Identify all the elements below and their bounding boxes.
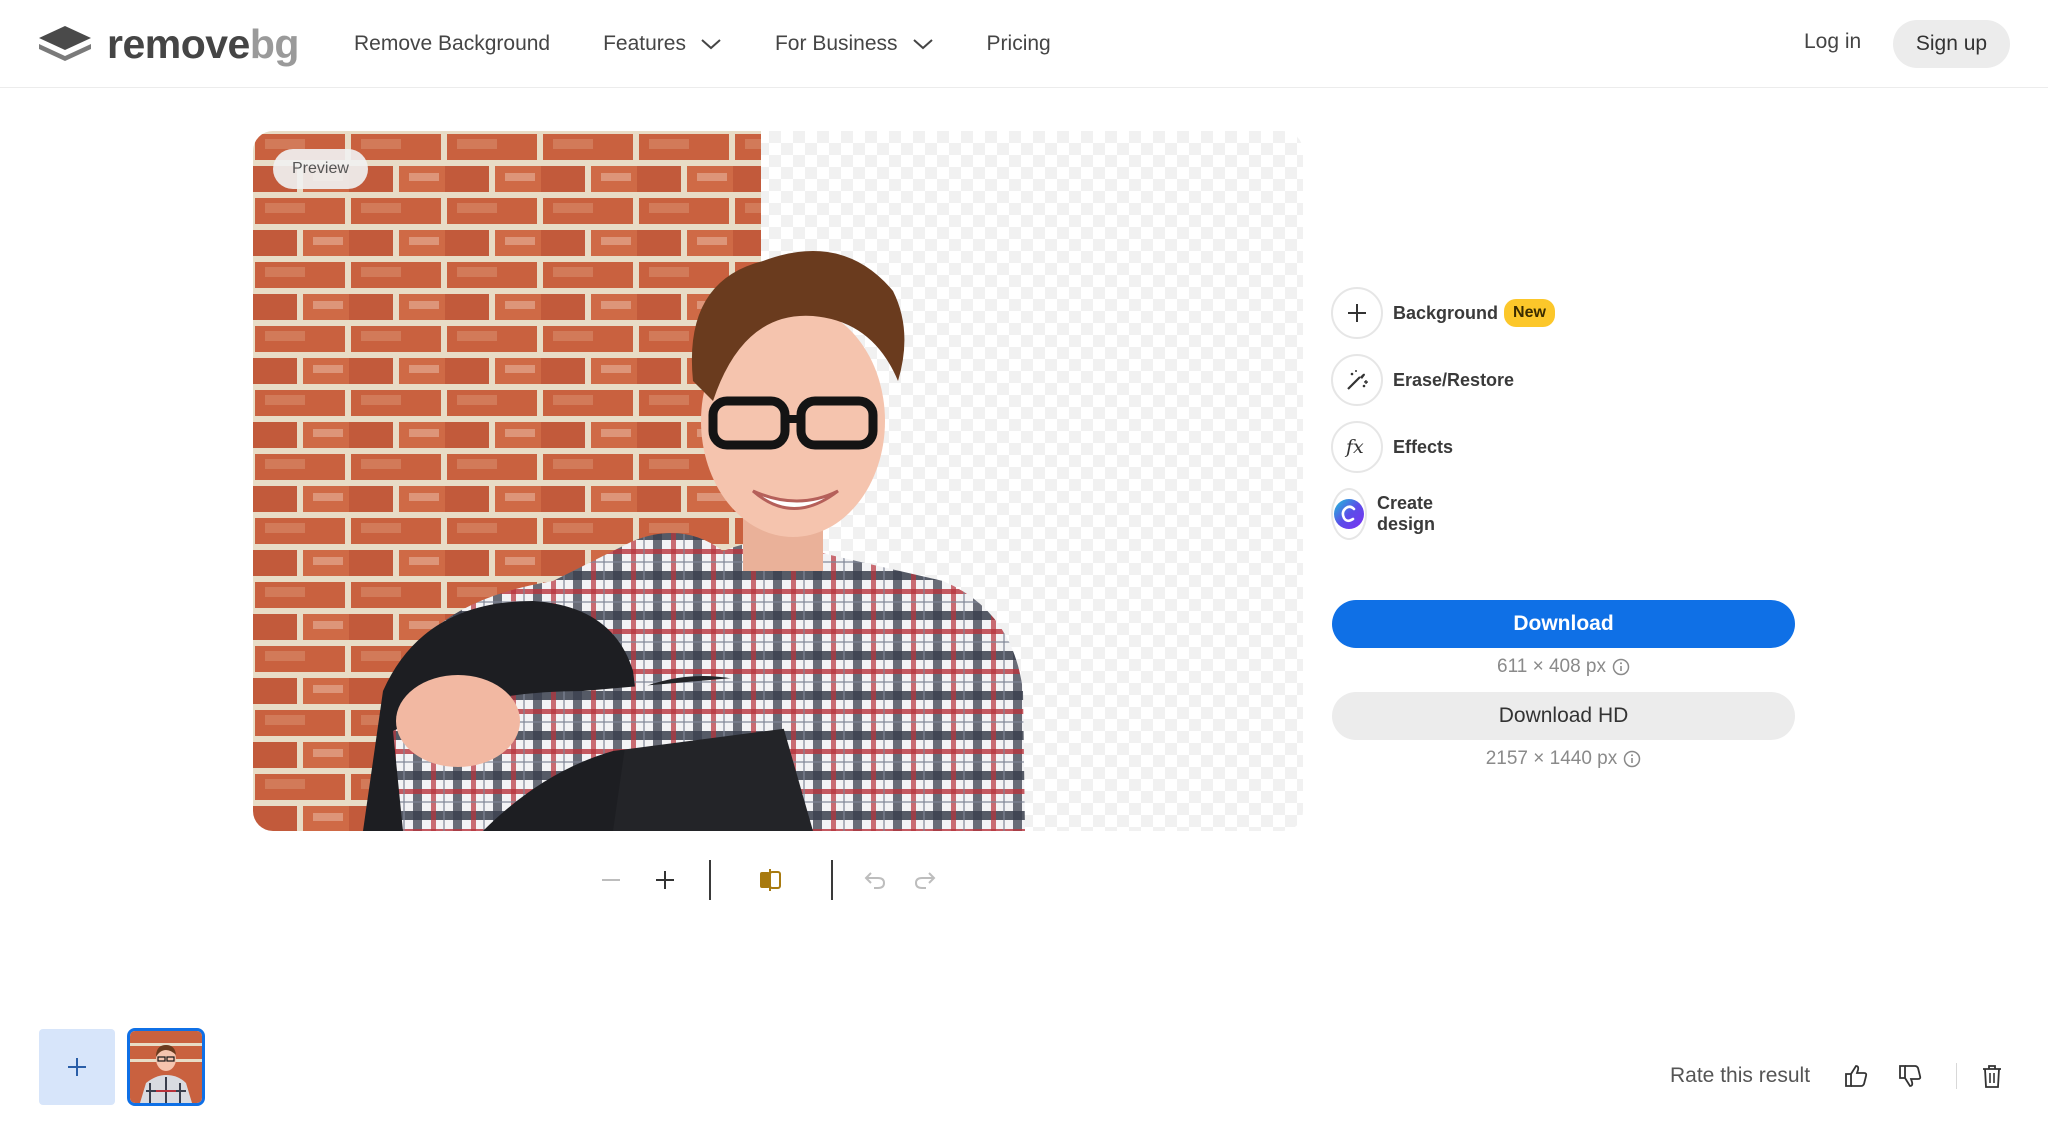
- thumbs-down-button[interactable]: [1893, 1059, 1927, 1093]
- undo-icon: [864, 872, 886, 889]
- toolbar-divider: [831, 860, 833, 900]
- plus-icon: [68, 1058, 86, 1076]
- top-header: removebg Remove Background Features For …: [0, 0, 2048, 88]
- preview-canvas[interactable]: Preview: [253, 131, 1303, 831]
- tool-effects[interactable]: fx Effects: [1331, 421, 1453, 473]
- download-hd-button[interactable]: Download HD: [1332, 692, 1795, 740]
- redo-button[interactable]: [907, 862, 943, 898]
- main-nav: Remove Background Features For Business …: [354, 0, 1104, 88]
- image-thumbnail[interactable]: [127, 1028, 205, 1106]
- nav-remove-background[interactable]: Remove Background: [354, 32, 550, 56]
- svg-text:fx: fx: [1344, 436, 1364, 458]
- chevron-down-icon: [912, 39, 933, 50]
- thumbnail-image: [130, 1031, 202, 1103]
- preview-badge: Preview: [273, 149, 368, 189]
- nav-features[interactable]: Features: [603, 32, 722, 56]
- thumbs-up-button[interactable]: [1839, 1059, 1873, 1093]
- login-link[interactable]: Log in: [1804, 30, 1861, 54]
- logo-wordmark: removebg: [107, 20, 299, 67]
- image-toolbar: [593, 855, 943, 905]
- logo-layers-icon: [39, 26, 91, 61]
- rate-result-label: Rate this result: [1670, 1064, 1811, 1087]
- zoom-out-button[interactable]: [593, 862, 629, 898]
- fx-icon: fx: [1344, 436, 1364, 458]
- tool-erase-restore-circle: [1331, 354, 1383, 406]
- compare-button[interactable]: [753, 862, 789, 898]
- tool-create-design-circle: [1331, 488, 1367, 540]
- magic-brush-icon: [1347, 370, 1368, 390]
- nav-pricing[interactable]: Pricing: [987, 32, 1051, 56]
- tool-background-label: Background: [1393, 302, 1499, 323]
- download-size-text: 611 × 408 px: [1497, 656, 1606, 677]
- download-button[interactable]: Download: [1332, 600, 1795, 648]
- download-size: 611 × 408 px: [1332, 656, 1795, 678]
- tool-background[interactable]: Background New: [1331, 287, 1555, 339]
- logo[interactable]: removebg: [37, 20, 299, 68]
- zoom-in-button[interactable]: [647, 862, 683, 898]
- tool-effects-label: Effects: [1393, 436, 1454, 457]
- new-badge: New: [1504, 299, 1555, 327]
- undo-button[interactable]: [857, 862, 893, 898]
- zoom-in-icon: [656, 871, 674, 889]
- nav-for-business[interactable]: For Business: [775, 32, 934, 56]
- zoom-out-icon: [602, 879, 620, 881]
- trash-icon: [1983, 1065, 2001, 1088]
- tool-create-design[interactable]: Create design: [1331, 488, 1451, 540]
- info-icon[interactable]: [1612, 658, 1630, 676]
- tool-erase-restore[interactable]: Erase/Restore: [1331, 354, 1514, 406]
- add-image-button[interactable]: [39, 1029, 115, 1105]
- thumbs-up-icon: [1845, 1065, 1868, 1087]
- toolbar-divider: [709, 860, 711, 900]
- signup-button[interactable]: Sign up: [1893, 20, 2010, 68]
- compare-icon: [760, 869, 781, 891]
- canva-icon: [1334, 499, 1364, 529]
- download-hd-size-text: 2157 × 1440 px: [1485, 748, 1618, 769]
- delete-button[interactable]: [1975, 1059, 2009, 1093]
- thumbs-down-icon: [1899, 1065, 1922, 1087]
- tool-erase-restore-label: Erase/Restore: [1393, 369, 1515, 390]
- plus-icon: [1348, 304, 1366, 322]
- footer-divider: [1956, 1063, 1957, 1089]
- tool-background-circle: [1331, 287, 1383, 339]
- info-icon[interactable]: [1623, 750, 1641, 768]
- tool-effects-circle: fx: [1331, 421, 1383, 473]
- preview-image: [253, 131, 1025, 831]
- download-hd-size: 2157 × 1440 px: [1332, 748, 1795, 770]
- tool-create-design-label: Create design: [1377, 493, 1436, 534]
- redo-icon: [914, 872, 936, 889]
- chevron-down-icon: [701, 39, 721, 50]
